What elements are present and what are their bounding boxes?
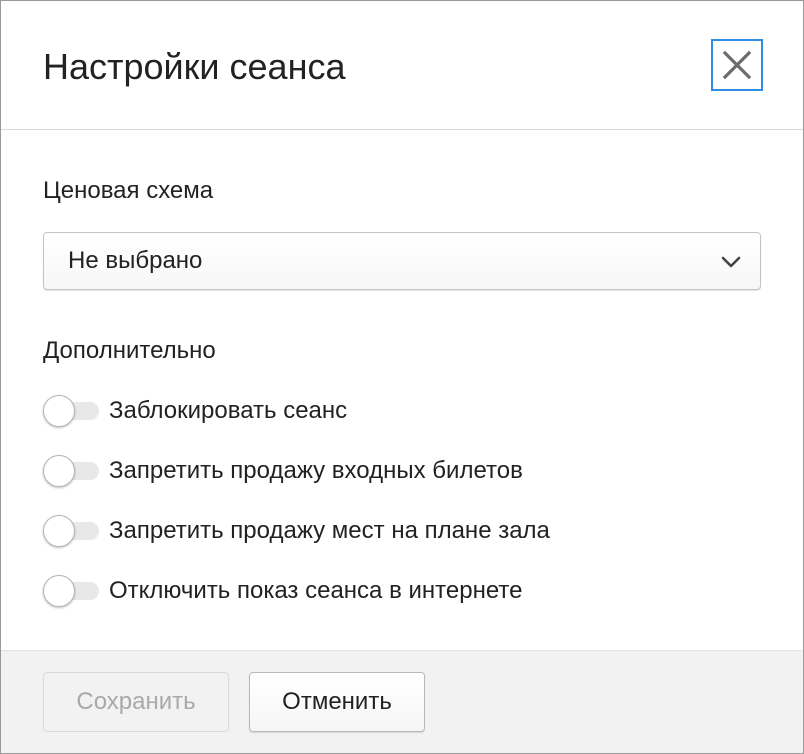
close-button[interactable] [711,39,763,91]
toggle-knob [43,395,75,427]
pricing-scheme-select[interactable]: Не выбрано [43,232,761,290]
session-settings-dialog: Настройки сеанса Ценовая схема Не выбран… [0,0,804,754]
dialog-header: Настройки сеанса [1,1,803,130]
hide-online-toggle[interactable] [43,575,99,607]
toggle-label: Заблокировать сеанс [109,397,348,424]
toggle-row-hide-online[interactable]: Отключить показ сеанса в интернете [43,573,743,609]
toggle-knob [43,575,75,607]
additional-label: Дополнительно [43,337,216,364]
forbid-entry-tickets-toggle[interactable] [43,455,99,487]
toggle-label: Запретить продажу мест на плане зала [109,517,550,544]
close-icon [722,50,752,80]
toggle-knob [43,515,75,547]
forbid-seat-sales-toggle[interactable] [43,515,99,547]
toggle-label: Отключить показ сеанса в интернете [109,577,523,604]
toggle-knob [43,455,75,487]
dialog-title: Настройки сеанса [43,46,346,87]
chevron-down-icon [721,256,741,268]
toggle-label: Запретить продажу входных билетов [109,457,523,484]
save-button[interactable]: Сохранить [43,672,229,732]
pricing-scheme-value: Не выбрано [68,247,203,274]
cancel-button[interactable]: Отменить [249,672,425,732]
pricing-scheme-label: Ценовая схема [43,177,214,204]
toggle-row-block-session[interactable]: Заблокировать сеанс [43,393,743,429]
dialog-body: Ценовая схема Не выбрано Дополнительно З… [1,130,803,651]
block-session-toggle[interactable] [43,395,99,427]
dialog-footer: Сохранить Отменить [1,650,803,753]
toggle-row-forbid-entry-tickets[interactable]: Запретить продажу входных билетов [43,453,743,489]
toggle-row-forbid-seat-sales[interactable]: Запретить продажу мест на плане зала [43,513,743,549]
